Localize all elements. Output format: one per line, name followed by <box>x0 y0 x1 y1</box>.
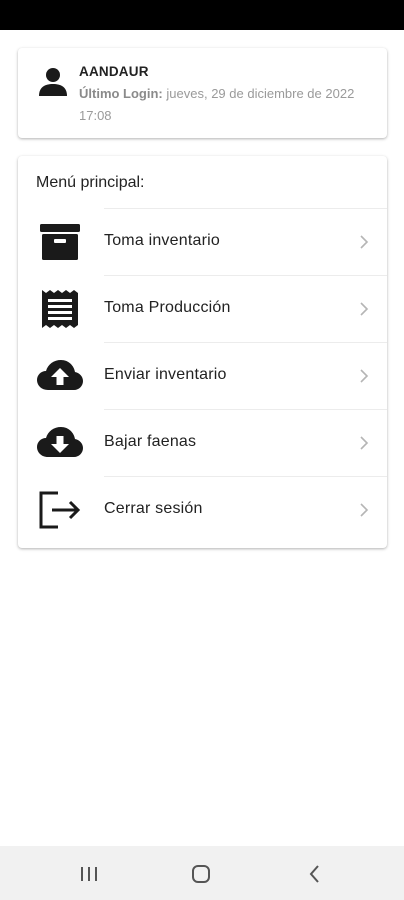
recent-apps-icon[interactable] <box>77 863 101 885</box>
user-icon <box>39 68 67 96</box>
chevron-right-icon <box>360 503 369 517</box>
menu-item-toma-inventario[interactable]: Toma inventario <box>18 208 387 275</box>
divider <box>104 208 387 209</box>
logout-icon <box>39 491 81 529</box>
receipt-icon <box>42 290 78 328</box>
user-card: AANDAUR Último Login: jueves, 29 de dici… <box>18 48 387 138</box>
menu-item-bajar-faenas[interactable]: Bajar faenas <box>18 409 387 476</box>
menu-item-cerrar-sesion[interactable]: Cerrar sesión <box>18 476 387 543</box>
cloud-download-icon <box>37 427 83 457</box>
menu-title: Menú principal: <box>36 174 145 191</box>
back-icon[interactable] <box>303 863 327 885</box>
chevron-right-icon <box>360 235 369 249</box>
menu-item-toma-produccion[interactable]: Toma Producción <box>18 275 387 342</box>
system-nav-bar <box>0 846 404 900</box>
menu-item-label: Toma inventario <box>104 232 220 249</box>
user-name: AANDAUR <box>79 64 149 79</box>
menu-item-label: Toma Producción <box>104 299 231 316</box>
chevron-right-icon <box>360 302 369 316</box>
menu-item-label: Bajar faenas <box>104 433 197 450</box>
last-login: Último Login: jueves, 29 de diciembre de… <box>79 83 369 127</box>
chevron-right-icon <box>360 369 369 383</box>
archive-box-icon <box>40 224 80 260</box>
main-content: AANDAUR Último Login: jueves, 29 de dici… <box>0 30 404 846</box>
cloud-upload-icon <box>37 360 83 390</box>
last-login-label: Último Login: <box>79 86 163 101</box>
divider <box>104 409 387 410</box>
status-bar <box>0 0 404 30</box>
chevron-right-icon <box>360 436 369 450</box>
menu-item-label: Enviar inventario <box>104 366 227 383</box>
divider <box>104 275 387 276</box>
main-menu-card: Menú principal: Toma inventario Toma Pro… <box>18 156 387 548</box>
home-icon[interactable] <box>189 863 213 885</box>
divider <box>104 476 387 477</box>
menu-item-enviar-inventario[interactable]: Enviar inventario <box>18 342 387 409</box>
menu-item-label: Cerrar sesión <box>104 500 203 517</box>
divider <box>104 342 387 343</box>
